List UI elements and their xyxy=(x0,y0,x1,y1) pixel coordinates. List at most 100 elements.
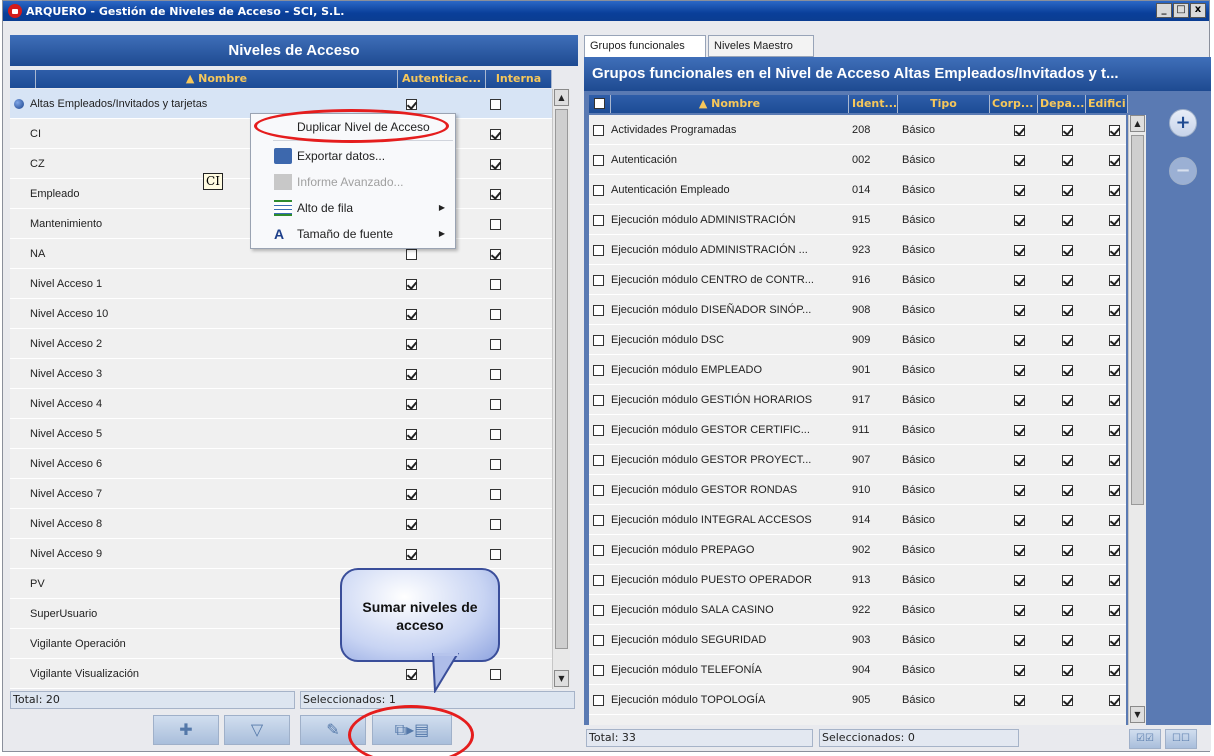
corp-checkbox[interactable] xyxy=(1014,215,1025,226)
corp-checkbox[interactable] xyxy=(1014,635,1025,646)
row-select-checkbox[interactable] xyxy=(593,305,604,316)
column-header-interna[interactable]: Interna xyxy=(486,70,552,88)
corp-checkbox[interactable] xyxy=(1014,485,1025,496)
check-all-button[interactable]: ☑☑ xyxy=(1129,729,1161,749)
table-row[interactable]: Ejecución módulo GESTOR PROYECT... 907 Bás… xyxy=(589,445,1126,475)
autenticacion-checkbox[interactable] xyxy=(406,399,417,410)
autenticacion-checkbox[interactable] xyxy=(406,279,417,290)
interna-checkbox[interactable] xyxy=(490,489,501,500)
depa-checkbox[interactable] xyxy=(1062,365,1073,376)
table-row[interactable]: Ejecución módulo GESTOR RONDAS 910 Básico xyxy=(589,475,1126,505)
row-select-checkbox[interactable] xyxy=(593,395,604,406)
table-row[interactable]: Nivel Acceso 8 xyxy=(10,509,552,539)
scroll-up-icon[interactable]: ▲ xyxy=(554,89,569,106)
row-select-checkbox[interactable] xyxy=(593,155,604,166)
edificio-checkbox[interactable] xyxy=(1109,365,1120,376)
minimize-button[interactable]: _ xyxy=(1156,3,1172,18)
scroll-thumb[interactable] xyxy=(1131,135,1144,505)
tab-niveles-maestro[interactable]: Niveles Maestro xyxy=(708,35,814,57)
row-select-checkbox[interactable] xyxy=(593,365,604,376)
corp-checkbox[interactable] xyxy=(1014,425,1025,436)
corp-checkbox[interactable] xyxy=(1014,575,1025,586)
select-all-checkbox[interactable] xyxy=(594,98,605,109)
table-row[interactable]: Ejecución módulo PUESTO OPERADOR 913 Básic… xyxy=(589,565,1126,595)
select-all-header[interactable] xyxy=(589,95,611,113)
table-row[interactable]: Nivel Acceso 3 xyxy=(10,359,552,389)
corp-checkbox[interactable] xyxy=(1014,125,1025,136)
table-row[interactable]: Autenticación 002 Básico xyxy=(589,145,1126,175)
depa-checkbox[interactable] xyxy=(1062,395,1073,406)
depa-checkbox[interactable] xyxy=(1062,155,1073,166)
row-select-checkbox[interactable] xyxy=(593,185,604,196)
autenticacion-checkbox[interactable] xyxy=(406,519,417,530)
table-row[interactable]: Nivel Acceso 1 xyxy=(10,269,552,299)
corp-checkbox[interactable] xyxy=(1014,545,1025,556)
edificio-checkbox[interactable] xyxy=(1109,425,1120,436)
row-select-checkbox[interactable] xyxy=(593,245,604,256)
table-row[interactable]: Nivel Acceso 7 xyxy=(10,479,552,509)
table-row[interactable]: Ejecución módulo CENTRO de CONTR... 916 Bá… xyxy=(589,265,1126,295)
interna-checkbox[interactable] xyxy=(490,519,501,530)
menu-item-exportar[interactable]: Exportar datos... xyxy=(251,143,455,169)
interna-checkbox[interactable] xyxy=(490,249,501,260)
corp-checkbox[interactable] xyxy=(1014,605,1025,616)
menu-item-alto-fila[interactable]: Alto de fila ▶ xyxy=(251,195,455,221)
row-select-checkbox[interactable] xyxy=(593,215,604,226)
edificio-checkbox[interactable] xyxy=(1109,485,1120,496)
table-row[interactable]: Ejecución módulo GESTOR CERTIFIC... 911 Bá… xyxy=(589,415,1126,445)
table-row[interactable]: Ejecución módulo INTEGRAL ACCESOS 914 Bási… xyxy=(589,505,1126,535)
depa-checkbox[interactable] xyxy=(1062,215,1073,226)
corp-checkbox[interactable] xyxy=(1014,275,1025,286)
depa-checkbox[interactable] xyxy=(1062,305,1073,316)
column-header-tipo[interactable]: Tipo xyxy=(898,95,990,113)
edificio-checkbox[interactable] xyxy=(1109,395,1120,406)
close-button[interactable]: x xyxy=(1190,3,1206,18)
edificio-checkbox[interactable] xyxy=(1109,605,1120,616)
interna-checkbox[interactable] xyxy=(490,279,501,290)
edificio-checkbox[interactable] xyxy=(1109,515,1120,526)
corp-checkbox[interactable] xyxy=(1014,305,1025,316)
depa-checkbox[interactable] xyxy=(1062,545,1073,556)
edificio-checkbox[interactable] xyxy=(1109,455,1120,466)
corp-checkbox[interactable] xyxy=(1014,665,1025,676)
interna-checkbox[interactable] xyxy=(490,189,501,200)
table-row[interactable]: Ejecución módulo DSC 909 Básico xyxy=(589,325,1126,355)
delete-level-button[interactable]: ▽ xyxy=(224,715,290,745)
row-select-checkbox[interactable] xyxy=(593,335,604,346)
table-row[interactable]: Nivel Acceso 2 xyxy=(10,329,552,359)
table-row[interactable]: Nivel Acceso 4 xyxy=(10,389,552,419)
row-select-checkbox[interactable] xyxy=(593,485,604,496)
tab-grupos-funcionales[interactable]: Grupos funcionales xyxy=(584,35,706,57)
menu-item-informe[interactable]: Informe Avanzado... xyxy=(251,169,455,195)
table-row[interactable]: Nivel Acceso 9 xyxy=(10,539,552,569)
autenticacion-checkbox[interactable] xyxy=(406,309,417,320)
depa-checkbox[interactable] xyxy=(1062,125,1073,136)
edificio-checkbox[interactable] xyxy=(1109,155,1120,166)
edificio-checkbox[interactable] xyxy=(1109,275,1120,286)
interna-checkbox[interactable] xyxy=(490,669,501,680)
corp-checkbox[interactable] xyxy=(1014,335,1025,346)
edificio-checkbox[interactable] xyxy=(1109,305,1120,316)
interna-checkbox[interactable] xyxy=(490,399,501,410)
table-row[interactable]: Actividades Programadas 208 Básico xyxy=(589,115,1126,145)
interna-checkbox[interactable] xyxy=(490,219,501,230)
edificio-checkbox[interactable] xyxy=(1109,575,1120,586)
autenticacion-checkbox[interactable] xyxy=(406,339,417,350)
corp-checkbox[interactable] xyxy=(1014,365,1025,376)
row-select-checkbox[interactable] xyxy=(593,575,604,586)
interna-checkbox[interactable] xyxy=(490,159,501,170)
table-row[interactable]: Nivel Acceso 10 xyxy=(10,299,552,329)
row-select-checkbox[interactable] xyxy=(593,665,604,676)
autenticacion-checkbox[interactable] xyxy=(406,369,417,380)
depa-checkbox[interactable] xyxy=(1062,425,1073,436)
depa-checkbox[interactable] xyxy=(1062,665,1073,676)
edificio-checkbox[interactable] xyxy=(1109,545,1120,556)
autenticacion-checkbox[interactable] xyxy=(406,249,417,260)
autenticacion-checkbox[interactable] xyxy=(406,669,417,680)
depa-checkbox[interactable] xyxy=(1062,455,1073,466)
depa-checkbox[interactable] xyxy=(1062,185,1073,196)
corp-checkbox[interactable] xyxy=(1014,245,1025,256)
table-row[interactable]: Ejecución módulo PREPAGO 902 Básico xyxy=(589,535,1126,565)
uncheck-all-button[interactable]: ☐☐ xyxy=(1165,729,1197,749)
depa-checkbox[interactable] xyxy=(1062,275,1073,286)
